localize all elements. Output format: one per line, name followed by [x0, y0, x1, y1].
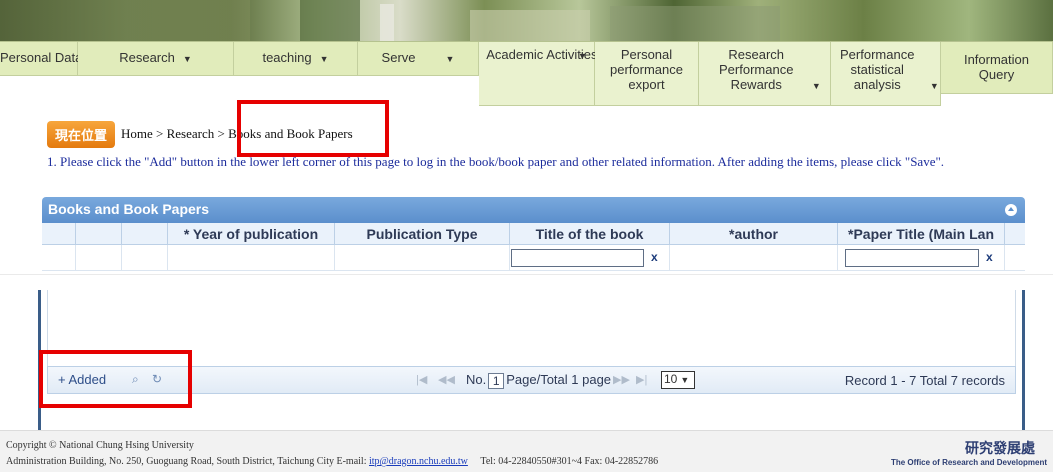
menu-research-rewards[interactable]: Research Performance Rewards ▼ [699, 42, 831, 106]
grid-filter-row: x x [42, 245, 1025, 271]
column-header-blank [42, 223, 76, 245]
chevron-down-icon: ▼ [319, 54, 329, 64]
menu-performance-analysis[interactable]: Performance statistical analysis ▼ [831, 42, 941, 106]
chevron-down-icon: ▼ [929, 81, 939, 91]
grid-title-bar: Books and Book Papers [42, 197, 1025, 223]
books-grid: Books and Book Papers * Year of publicat… [42, 197, 1025, 271]
menu-information-query[interactable]: Information Query [941, 42, 1053, 94]
grid-column-headers: * Year of publication Publication Type T… [42, 223, 1025, 245]
menu-item-label: Research [119, 50, 175, 65]
menu-teaching[interactable]: teaching ▼ [234, 42, 358, 76]
instruction-text: 1. Please click the "Add" button in the … [47, 154, 945, 169]
location-badge: 現在位置 [47, 120, 116, 148]
chevron-down-icon: ▼ [577, 51, 587, 61]
screenshot-gap [0, 274, 1053, 290]
menu-personal-data[interactable]: Personal Data▼ [0, 42, 99, 76]
contact-line: Tel: 04-22840550#301~4 Fax: 04-22852786 [480, 456, 659, 467]
menu-item-label: Performance statistical analysis [840, 47, 915, 92]
page-number-input[interactable]: 1 [488, 372, 505, 389]
grid-body [47, 290, 1016, 366]
menu-item-label: Serve [381, 50, 416, 65]
clear-icon[interactable]: x [651, 250, 658, 264]
main-menu: Personal Data▼ Research▼ teaching▼ Serve… [0, 41, 1053, 106]
address-text: Administration Building, No. 250, Guogua… [6, 456, 658, 467]
header-banner [0, 0, 1053, 41]
page-indicator: No. 1 Page/Total 1 page [466, 372, 611, 389]
copyright-text: Copyright © National Chung Hsing Univers… [6, 440, 194, 451]
clear-icon[interactable]: x [986, 250, 993, 264]
menu-academic-activities[interactable]: Academic Activities Application ▼ [479, 42, 664, 106]
highlight-box-breadcrumb [237, 100, 389, 157]
chevron-down-icon: ▼ [680, 375, 690, 385]
column-header-blank [76, 223, 122, 245]
column-header-author[interactable]: *author [670, 223, 838, 245]
menu-item-label: Personal Data [0, 50, 83, 65]
column-header-book-title[interactable]: Title of the book [510, 223, 670, 245]
menu-research[interactable]: Research ▼ [78, 42, 234, 76]
menu-item-label: Information Query [963, 52, 1030, 82]
column-header-publication-type[interactable]: Publication Type [335, 223, 510, 245]
collapse-icon[interactable] [1005, 204, 1017, 216]
page-prefix: No. [466, 372, 487, 387]
page-size-select[interactable]: 10 ▼ [661, 371, 695, 389]
grid-title: Books and Book Papers [48, 201, 210, 217]
page-footer: Copyright © National Chung Hsing Univers… [0, 430, 1053, 472]
menu-serve[interactable]: Serve ▼ [358, 42, 479, 76]
menu-item-label: teaching [262, 50, 312, 65]
chevron-down-icon: ▼ [811, 81, 821, 91]
highlight-box-add-button [39, 350, 192, 408]
address-line: Administration Building, No. 250, Guogua… [6, 456, 367, 467]
last-page-icon[interactable]: ▶| [636, 373, 647, 386]
paper-title-filter-input[interactable] [845, 249, 979, 267]
page-size-value: 10 [664, 372, 678, 386]
prev-page-icon[interactable]: ◀◀ [438, 373, 455, 386]
record-count: Record 1 - 7 Total 7 records [844, 373, 1005, 388]
chevron-down-icon: ▼ [182, 54, 192, 64]
frame-left [0, 290, 41, 430]
menu-performance-export[interactable]: Personal performance export [595, 42, 699, 106]
menu-item-label: Academic Activities Application [486, 47, 664, 62]
first-page-icon[interactable]: |◀ [416, 373, 427, 386]
menu-item-label: Research Performance Rewards [719, 47, 794, 92]
chevron-down-icon: ▼ [445, 54, 455, 64]
column-header-year[interactable]: * Year of publication [168, 223, 335, 245]
grid-pager: + Added ⌕ ↻ |◀ ◀◀ No. 1 Page/Total 1 page … [47, 366, 1016, 394]
book-title-filter-input[interactable] [511, 249, 644, 267]
next-page-icon[interactable]: ▶▶ [613, 373, 630, 386]
page-suffix: Page/Total 1 page [506, 372, 612, 387]
frame-right [1022, 290, 1053, 430]
menu-item-label: Personal performance export [610, 47, 683, 92]
org-name-zh: 研究發展處 [965, 441, 1035, 457]
email-link[interactable]: itp@dragon.nchu.edu.tw [369, 456, 468, 467]
column-header-blank [122, 223, 168, 245]
org-name-en: The Office of Research and Development [888, 458, 1047, 467]
column-header-paper-title[interactable]: *Paper Title (Main Lan [838, 223, 1005, 245]
